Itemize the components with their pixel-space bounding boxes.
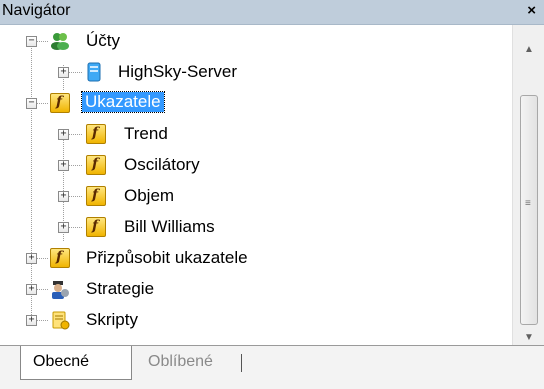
expand-icon[interactable]: + bbox=[26, 315, 37, 326]
tree-node-server[interactable]: + HighSky-Server bbox=[0, 58, 512, 88]
expand-icon[interactable]: + bbox=[58, 222, 69, 233]
panel-title: Navigátor bbox=[2, 2, 71, 19]
grip-icon: ≡ bbox=[525, 198, 531, 209]
function-icon: f bbox=[50, 93, 70, 113]
tree-node-label: Přizpůsobit ukazatele bbox=[86, 248, 248, 267]
vertical-scrollbar[interactable]: ▲ ≡ ▼ bbox=[512, 25, 544, 345]
tree-node-trend[interactable]: + f Trend bbox=[0, 120, 512, 150]
expand-icon[interactable]: + bbox=[58, 191, 69, 202]
tree-node-scripts[interactable]: + Skripty bbox=[0, 306, 512, 336]
collapse-icon[interactable]: − bbox=[26, 36, 37, 47]
navigator-titlebar: Navigátor × bbox=[0, 0, 544, 25]
expand-icon[interactable]: + bbox=[58, 67, 69, 78]
tree-node-custom-indicators[interactable]: + f Přizpůsobit ukazatele bbox=[0, 244, 512, 274]
expand-icon[interactable]: + bbox=[58, 129, 69, 140]
server-icon bbox=[87, 62, 101, 82]
tree-node-label: Ukazatele bbox=[81, 91, 165, 113]
function-icon: f bbox=[86, 186, 106, 206]
expand-icon[interactable]: + bbox=[58, 160, 69, 171]
navigator-tree: − Účty + HighSky-Server − f Ukazatele + … bbox=[0, 25, 512, 345]
function-icon: f bbox=[86, 124, 106, 144]
tab-general[interactable]: Obecné bbox=[20, 346, 132, 380]
tree-node-bill-williams[interactable]: + f Bill Williams bbox=[0, 213, 512, 243]
script-icon bbox=[52, 311, 70, 330]
tab-favorites[interactable]: Oblíbené bbox=[136, 346, 242, 380]
strategy-icon bbox=[52, 281, 69, 299]
custom-function-icon: f bbox=[50, 248, 70, 268]
tree-node-label: Skripty bbox=[86, 310, 138, 329]
tree-node-label: HighSky-Server bbox=[118, 62, 238, 81]
tree-node-label: Trend bbox=[124, 124, 168, 143]
function-icon: f bbox=[86, 155, 106, 175]
tree-node-accounts[interactable]: − Účty bbox=[0, 27, 512, 57]
collapse-icon[interactable]: − bbox=[26, 98, 37, 109]
tree-node-label: Bill Williams bbox=[124, 217, 215, 236]
scroll-thumb[interactable]: ≡ bbox=[520, 95, 538, 325]
tree-node-strategies[interactable]: + Strategie bbox=[0, 275, 512, 305]
tree-node-label: Strategie bbox=[86, 279, 155, 298]
function-icon: f bbox=[86, 217, 106, 237]
tree-node-oscillators[interactable]: + f Oscilátory bbox=[0, 151, 512, 181]
navigator-tabbar: Obecné Oblíbené bbox=[0, 345, 544, 389]
expand-icon[interactable]: + bbox=[26, 284, 37, 295]
tree-node-label: Oscilátory bbox=[124, 155, 200, 174]
tree-node-indicators[interactable]: − f Ukazatele bbox=[0, 89, 512, 119]
accounts-icon bbox=[51, 33, 69, 50]
expand-icon[interactable]: + bbox=[26, 253, 37, 264]
tree-node-label: Účty bbox=[86, 31, 120, 50]
scroll-up-icon[interactable]: ▲ bbox=[513, 39, 544, 61]
close-icon[interactable]: × bbox=[527, 2, 536, 19]
tree-node-label: Objem bbox=[124, 186, 175, 205]
tree-node-volume[interactable]: + f Objem bbox=[0, 182, 512, 212]
